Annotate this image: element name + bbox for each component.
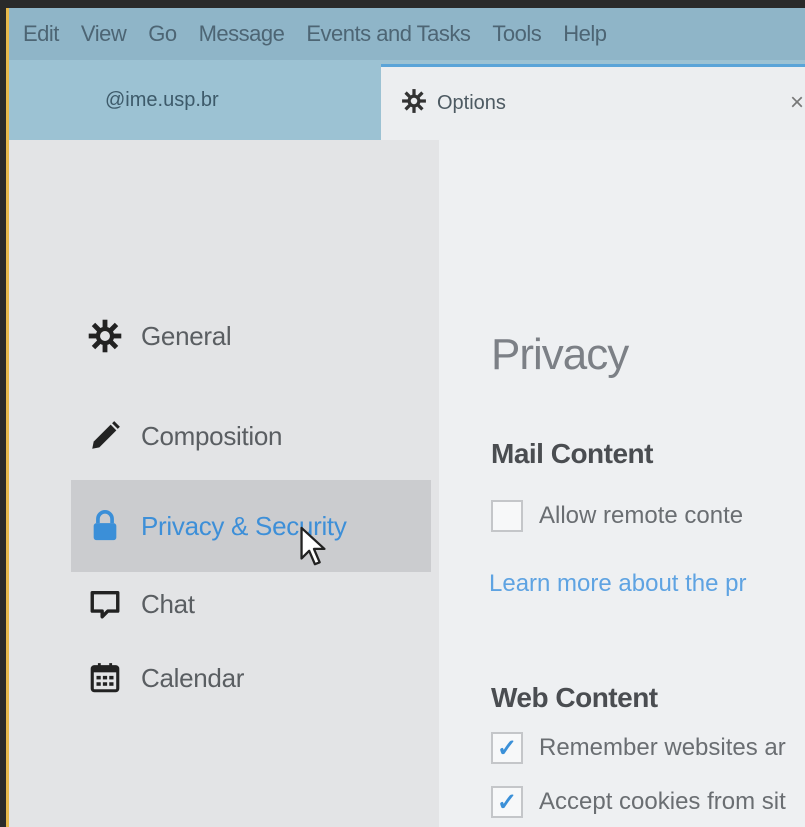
option-allow-remote-content[interactable]: Allow remote conte — [491, 500, 743, 532]
options-content-pane: Privacy Mail Content Allow remote conte … — [439, 140, 805, 827]
sidebar-item-composition[interactable]: Composition — [71, 390, 431, 482]
menu-view[interactable]: View — [81, 21, 127, 47]
option-label: Allow remote conte — [539, 502, 744, 529]
tab-strip: @ime.usp.br Options × — [9, 60, 805, 140]
gear-icon — [401, 88, 427, 120]
section-title-mail-content: Mail Content — [491, 438, 654, 469]
menu-go[interactable]: Go — [148, 21, 177, 47]
calendar-icon — [87, 660, 123, 696]
learn-more-link[interactable]: Learn more about the pr — [489, 570, 747, 598]
checkbox-remote-content[interactable] — [491, 500, 523, 532]
tab-account[interactable]: @ime.usp.br — [9, 60, 381, 140]
sidebar-item-general[interactable]: General — [71, 290, 431, 382]
close-icon[interactable]: × — [790, 89, 804, 117]
menu-bar: Edit View Go Message Events and Tasks To… — [9, 8, 805, 60]
page-title: Privacy — [491, 330, 629, 379]
lock-icon — [87, 508, 123, 544]
section-title-web-content: Web Content — [491, 682, 658, 713]
checkbox-accept-cookies[interactable]: ✓ — [491, 786, 523, 818]
gear-icon — [87, 318, 123, 354]
pencil-icon — [87, 418, 123, 454]
tab-options[interactable]: Options × — [381, 64, 805, 140]
sidebar-item-label: Calendar — [141, 662, 245, 693]
sidebar-item-label: Composition — [141, 420, 283, 451]
menu-events-and-tasks[interactable]: Events and Tasks — [306, 21, 471, 47]
option-accept-cookies[interactable]: ✓ Accept cookies from sit — [491, 786, 786, 818]
option-remember-websites[interactable]: ✓ Remember websites ar — [491, 732, 786, 764]
tab-account-label: @ime.usp.br — [105, 88, 219, 111]
sidebar-item-label: General — [141, 320, 232, 351]
options-sidebar: General Composition Privacy & Security C… — [9, 140, 439, 827]
mouse-cursor-icon — [300, 526, 326, 566]
option-label: Accept cookies from sit — [539, 788, 786, 815]
menu-edit[interactable]: Edit — [23, 21, 59, 47]
thunderbird-window: Edit View Go Message Events and Tasks To… — [6, 8, 805, 827]
checkbox-remember-websites[interactable]: ✓ — [491, 732, 523, 764]
menu-help[interactable]: Help — [563, 21, 607, 47]
chat-bubble-icon — [87, 586, 123, 622]
menu-tools[interactable]: Tools — [492, 21, 541, 47]
tab-options-label: Options — [437, 92, 506, 114]
menu-message[interactable]: Message — [199, 21, 285, 47]
sidebar-item-calendar[interactable]: Calendar — [71, 632, 431, 724]
option-label: Remember websites ar — [539, 734, 786, 761]
sidebar-item-label: Chat — [141, 588, 195, 619]
